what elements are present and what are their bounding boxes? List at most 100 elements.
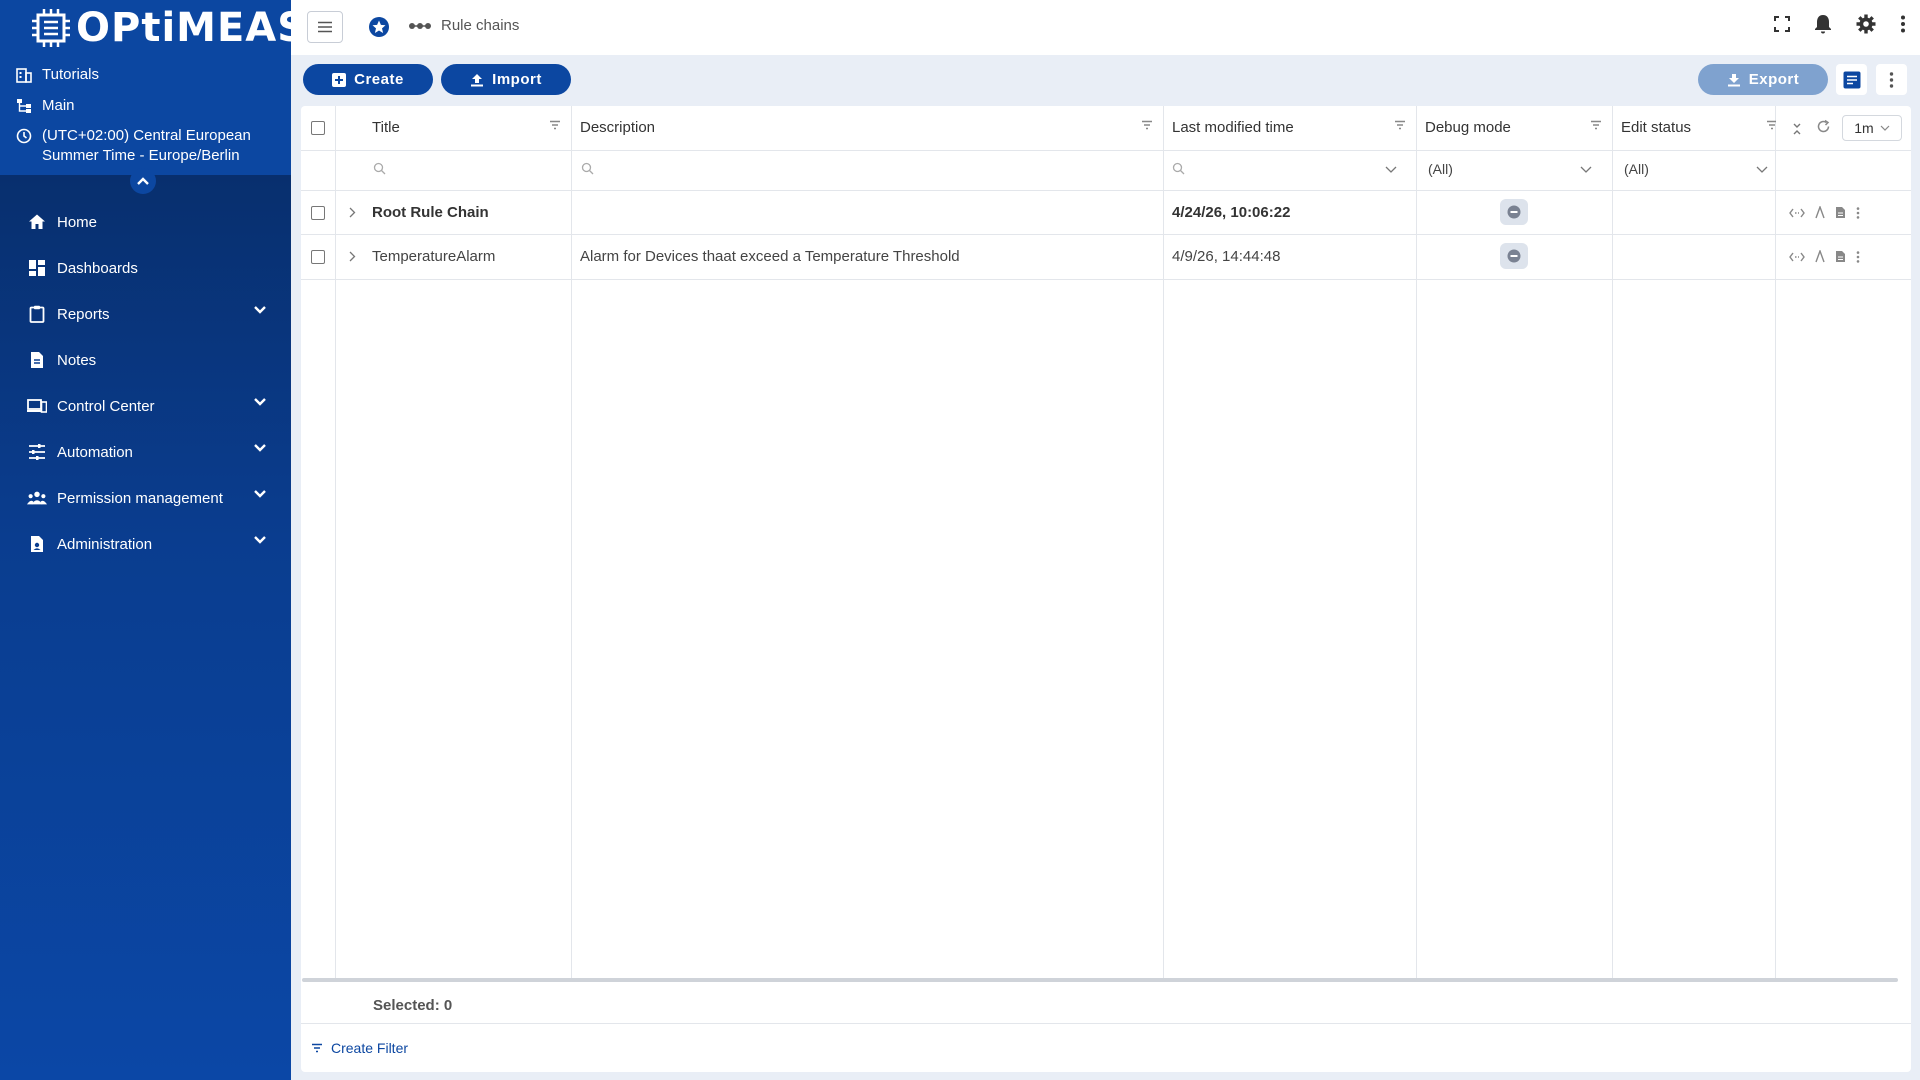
sidebar-item-permission-management[interactable]: Permission management: [0, 475, 291, 521]
create-button[interactable]: Create: [303, 64, 433, 95]
rule-chain-icon: [409, 22, 431, 29]
gear-icon[interactable]: [1856, 14, 1876, 34]
export-button[interactable]: Export: [1698, 64, 1828, 95]
sidebar-item-home[interactable]: Home: [0, 199, 291, 245]
row-actions: [1789, 250, 1860, 263]
sidebar-item-automation[interactable]: Automation: [0, 429, 291, 475]
search-icon[interactable]: [581, 162, 594, 175]
sidebar-item-dashboards[interactable]: Dashboards: [0, 245, 291, 291]
row-modified: 4/9/26, 14:44:48: [1172, 248, 1281, 265]
column-header-title[interactable]: Title: [372, 119, 400, 136]
column-divider: [571, 106, 572, 978]
chevron-right-icon[interactable]: [349, 207, 356, 218]
create-filter-label: Create Filter: [331, 1040, 409, 1056]
chevron-down-icon: [254, 306, 266, 314]
chevron-down-icon[interactable]: [1385, 166, 1397, 173]
main-link[interactable]: Main: [16, 97, 75, 114]
sidebar-nav: Home Dashboards Reports Notes Control Ce…: [0, 175, 291, 1080]
column-header-last-modified[interactable]: Last modified time: [1172, 119, 1294, 136]
sidebar-item-administration[interactable]: Administration: [0, 521, 291, 567]
row-title[interactable]: TemperatureAlarm: [372, 248, 495, 265]
edit-status-filter[interactable]: (All): [1624, 161, 1649, 177]
chevron-up-icon: [137, 177, 149, 185]
add-box-icon: [332, 72, 347, 87]
open-rule-chain-icon[interactable]: [1789, 208, 1805, 218]
refresh-interval-select[interactable]: 1m: [1842, 115, 1902, 141]
sidebar-item-label: Reports: [57, 305, 110, 323]
horizontal-scrollbar[interactable]: [302, 978, 1898, 982]
debug-toggle-button[interactable]: [1500, 199, 1528, 225]
select-all-checkbox[interactable]: [311, 121, 325, 135]
set-root-icon[interactable]: [1815, 250, 1825, 263]
sidebar-item-label: Home: [57, 213, 98, 231]
hierarchy-icon: [16, 98, 32, 114]
column-header-debug-mode[interactable]: Debug mode: [1425, 119, 1511, 136]
devices-icon: [27, 396, 47, 416]
tutorials-link[interactable]: Tutorials: [16, 66, 99, 83]
chevron-down-icon[interactable]: [1756, 166, 1768, 173]
column-divider: [1163, 106, 1164, 978]
logo[interactable]: OPtiMEAS: [30, 5, 307, 51]
refresh-icon[interactable]: [1816, 119, 1831, 134]
sidebar-item-reports[interactable]: Reports: [0, 291, 291, 337]
collapse-all-icon[interactable]: [1792, 122, 1802, 136]
chevron-down-icon: [1880, 125, 1890, 131]
chevron-right-icon[interactable]: [349, 251, 356, 262]
column-header-description[interactable]: Description: [580, 119, 655, 136]
sidebar-item-label: Administration: [57, 535, 153, 553]
more-vert-icon[interactable]: [1856, 250, 1860, 263]
column-header-edit-status[interactable]: Edit status: [1621, 119, 1691, 136]
search-icon[interactable]: [373, 162, 386, 175]
more-vert-icon[interactable]: [1856, 206, 1860, 219]
more-vert-icon[interactable]: [1900, 15, 1906, 33]
import-button[interactable]: Import: [441, 64, 571, 95]
search-icon[interactable]: [1172, 162, 1185, 175]
toolbar-more-button[interactable]: [1876, 64, 1907, 95]
import-label: Import: [492, 71, 542, 88]
fullscreen-icon[interactable]: [1774, 16, 1790, 32]
star-icon[interactable]: [368, 16, 390, 38]
export-label: Export: [1748, 71, 1800, 88]
row-modified: 4/24/26, 10:06:22: [1172, 204, 1291, 221]
row-divider: [301, 279, 1911, 280]
chevron-down-icon: [254, 490, 266, 498]
rule-chains-table: Title Description Last modified time Deb…: [301, 106, 1911, 1072]
filter-icon: [312, 1043, 322, 1053]
row-description: Alarm for Devices thaat exceed a Tempera…: [580, 248, 960, 265]
bell-icon[interactable]: [1814, 14, 1832, 34]
row-divider: [301, 234, 1911, 235]
chevron-down-icon[interactable]: [1580, 166, 1592, 173]
debug-mode-filter[interactable]: (All): [1428, 161, 1453, 177]
sidebar-item-control-center[interactable]: Control Center: [0, 383, 291, 429]
row-checkbox[interactable]: [311, 206, 325, 220]
filter-icon[interactable]: [549, 120, 561, 130]
filter-icon[interactable]: [1141, 120, 1153, 130]
people-icon: [27, 488, 47, 508]
main-label: Main: [42, 97, 75, 114]
debug-off-icon: [1507, 205, 1521, 219]
filter-icon[interactable]: [1590, 120, 1602, 130]
filter-icon[interactable]: [1766, 120, 1776, 130]
sidebar-item-notes[interactable]: Notes: [0, 337, 291, 383]
export-doc-icon[interactable]: [1835, 250, 1846, 263]
export-doc-icon[interactable]: [1835, 206, 1846, 219]
row-actions: [1789, 206, 1860, 219]
collapse-header-button[interactable]: [130, 168, 156, 194]
breadcrumb-label: Rule chains: [441, 17, 520, 34]
admin-icon: [27, 534, 47, 554]
note-icon: [27, 350, 47, 370]
sidebar: OPtiMEAS Tutorials Main (UTC+02:00) Cent…: [0, 0, 306, 1080]
view-toggle-button[interactable]: [1836, 64, 1867, 95]
create-label: Create: [354, 71, 404, 88]
sidebar-item-label: Automation: [57, 443, 133, 461]
open-rule-chain-icon[interactable]: [1789, 252, 1805, 262]
filter-icon[interactable]: [1394, 120, 1406, 130]
debug-toggle-button[interactable]: [1500, 243, 1528, 269]
row-checkbox[interactable]: [311, 250, 325, 264]
row-title[interactable]: Root Rule Chain: [372, 204, 489, 221]
menu-toggle-button[interactable]: [307, 11, 343, 43]
debug-off-icon: [1507, 249, 1521, 263]
create-filter-button[interactable]: Create Filter: [311, 1040, 408, 1056]
set-root-icon[interactable]: [1815, 206, 1825, 219]
chevron-down-icon: [254, 398, 266, 406]
